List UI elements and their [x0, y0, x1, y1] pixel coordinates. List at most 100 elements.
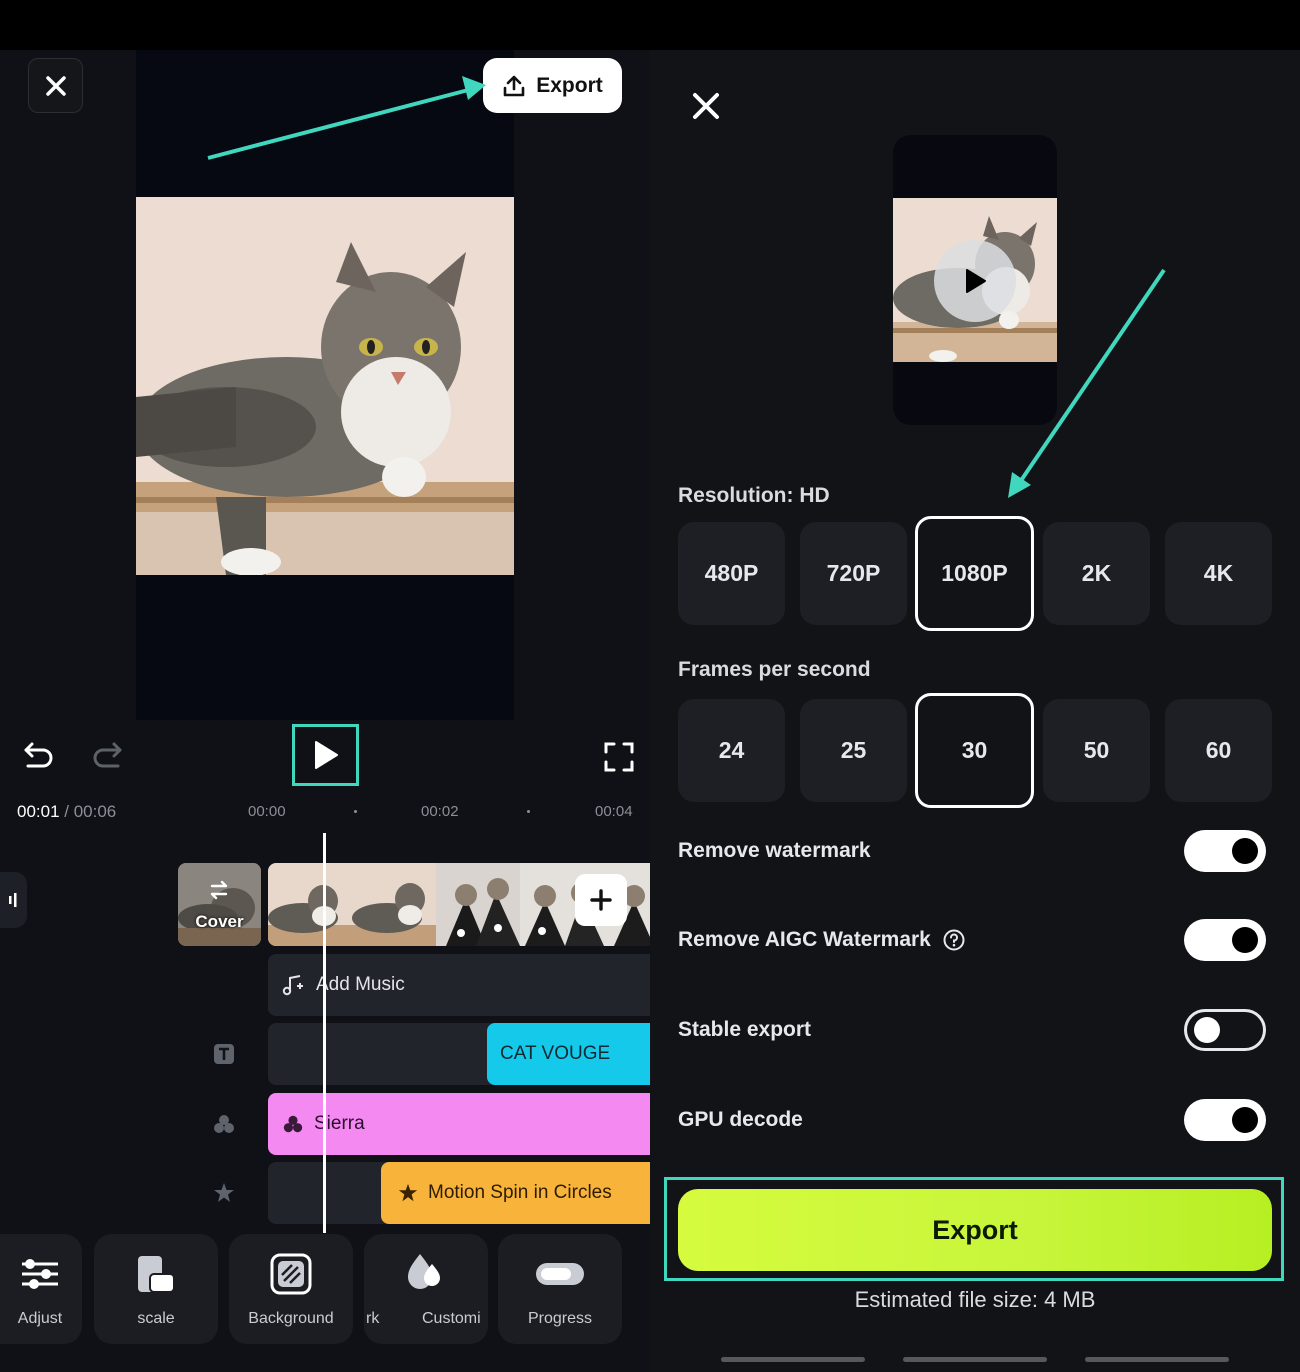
resolution-label: Resolution: HD: [678, 484, 830, 507]
tool-label: scale: [137, 1310, 175, 1327]
estimated-file-size: Estimated file size: 4 MB: [854, 1287, 1096, 1312]
fps-option-60[interactable]: 60: [1165, 699, 1272, 802]
tool-adjust[interactable]: Adjust: [0, 1234, 82, 1344]
fps-label: Frames per second: [678, 658, 871, 681]
drops-icon: [406, 1248, 442, 1292]
toggle-knob: [1232, 838, 1258, 864]
export-settings-panel: Resolution: HD 480P 720P 1080P 2K 4K Fra…: [650, 50, 1300, 1372]
close-export-button[interactable]: [690, 90, 722, 122]
filter-track-icon: [210, 1110, 238, 1138]
remove-watermark-label: Remove watermark: [678, 839, 871, 863]
swap-icon: [210, 880, 228, 900]
nav-indicator: [903, 1357, 1047, 1362]
add-music-label: Add Music: [316, 974, 405, 995]
tool-label: Customi: [422, 1310, 481, 1327]
filter-clip-label: Sierra: [314, 1113, 365, 1134]
nav-indicator: [721, 1357, 865, 1362]
cover-label: Cover: [195, 912, 244, 931]
fullscreen-button[interactable]: [600, 738, 638, 776]
background-icon: [270, 1252, 312, 1296]
close-icon: [693, 93, 719, 119]
scale-icon: [136, 1252, 176, 1296]
ruler-label: 00:02: [421, 803, 459, 820]
tool-label: rk: [366, 1310, 380, 1327]
cover-button[interactable]: Cover: [178, 863, 261, 946]
help-icon[interactable]: [943, 929, 965, 951]
music-note-icon: [282, 975, 303, 996]
ruler-dot: [527, 810, 530, 813]
sliders-icon: [0, 1252, 60, 1296]
top-export-button[interactable]: Export: [483, 58, 622, 113]
export-button[interactable]: Export: [678, 1189, 1272, 1271]
audio-bars-icon: [8, 893, 16, 907]
fps-option-25[interactable]: 25: [800, 699, 907, 802]
text-clip[interactable]: CAT VOUGE: [487, 1023, 650, 1085]
upload-icon: [503, 75, 525, 96]
toggle-knob: [1232, 1107, 1258, 1133]
remove-aigc-watermark-toggle[interactable]: [1184, 919, 1266, 961]
fullscreen-icon: [604, 742, 634, 772]
clip-frame: [268, 863, 352, 946]
gpu-decode-toggle[interactable]: [1184, 1099, 1266, 1141]
ruler-label: 00:04: [595, 803, 633, 820]
play-icon: [966, 269, 986, 293]
redo-button[interactable]: [88, 738, 126, 772]
close-icon: [45, 75, 66, 96]
effect-clip-label: Motion Spin in Circles: [428, 1182, 612, 1203]
remove-watermark-toggle[interactable]: [1184, 830, 1266, 872]
toggle-label: Stable export: [678, 1018, 812, 1041]
tool-label: Background: [248, 1310, 334, 1327]
resolution-option-480p[interactable]: 480P: [678, 522, 785, 625]
gpu-decode-label: GPU decode: [678, 1108, 803, 1132]
tool-label: Adjust: [17, 1310, 63, 1327]
resolution-option-2k[interactable]: 2K: [1043, 522, 1150, 625]
tool-label: Progress: [527, 1310, 593, 1327]
text-clip-label: CAT VOUGE: [500, 1043, 611, 1064]
total-time: 00:06: [73, 802, 117, 821]
undo-button[interactable]: [20, 738, 58, 772]
text-track-icon: [210, 1040, 238, 1068]
play-icon: [314, 741, 338, 769]
effect-clip[interactable]: Motion Spin in Circles: [381, 1162, 650, 1224]
resolution-option-1080p[interactable]: 1080P: [915, 516, 1034, 631]
clip-frame: [436, 863, 520, 946]
nav-indicator: [1085, 1357, 1229, 1362]
toggle-label: GPU decode: [678, 1108, 803, 1131]
tool-scale[interactable]: scale: [94, 1234, 218, 1344]
editor-panel: Export 00:01 / 00:06 00:00 00:02 00:04 C…: [0, 50, 650, 1372]
ruler-label: 00:00: [248, 803, 286, 820]
preview-play-button[interactable]: [934, 240, 1016, 322]
stable-export-label: Stable export: [678, 1018, 811, 1042]
star-effect-icon: [398, 1183, 418, 1202]
tool-background[interactable]: Background: [229, 1234, 353, 1344]
toggle-label: Remove watermark: [678, 839, 871, 862]
toggle-knob: [1232, 927, 1258, 953]
cover-thumbnail: [178, 863, 261, 946]
remove-aigc-watermark-label: Remove AIGC Watermark: [678, 928, 965, 952]
play-button[interactable]: [292, 724, 359, 786]
resolution-option-4k[interactable]: 4K: [1165, 522, 1272, 625]
redo-icon: [93, 742, 122, 768]
tool-watermark[interactable]: rk Customi: [364, 1234, 488, 1344]
clip-frame: [352, 863, 436, 946]
top-export-label: Export: [536, 73, 603, 97]
toggle-knob: [1194, 1017, 1220, 1043]
plus-icon: [590, 889, 612, 911]
add-clip-button[interactable]: [575, 874, 627, 926]
fps-option-50[interactable]: 50: [1043, 699, 1150, 802]
toggle-label: Remove AIGC Watermark: [678, 928, 931, 951]
fps-option-30[interactable]: 30: [915, 693, 1034, 808]
fps-option-24[interactable]: 24: [678, 699, 785, 802]
tool-progress[interactable]: Progress: [498, 1234, 622, 1344]
resolution-option-720p[interactable]: 720P: [800, 522, 907, 625]
progress-icon: [535, 1252, 585, 1296]
preview-image: [136, 197, 514, 575]
playhead[interactable]: [323, 833, 326, 1233]
audio-handle[interactable]: [0, 872, 27, 928]
effect-track-icon: [210, 1179, 238, 1207]
current-time: 00:01: [17, 802, 60, 821]
filter-icon: [283, 1115, 303, 1133]
stable-export-toggle[interactable]: [1184, 1009, 1266, 1051]
time-separator: /: [59, 802, 74, 821]
close-editor-button[interactable]: [28, 58, 83, 113]
